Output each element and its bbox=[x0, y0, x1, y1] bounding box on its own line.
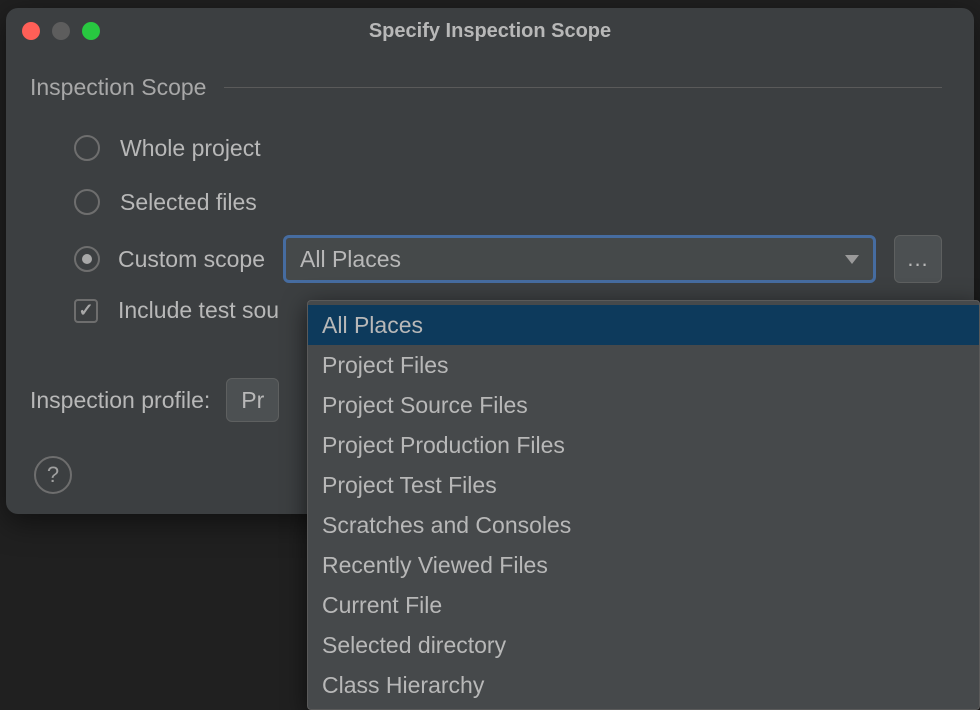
radio-label[interactable]: Custom scope bbox=[118, 246, 265, 273]
help-button[interactable]: ? bbox=[34, 456, 72, 494]
radio-label: Selected files bbox=[120, 189, 257, 216]
divider bbox=[224, 87, 942, 88]
section-header: Inspection Scope bbox=[30, 74, 942, 101]
menu-item-scratches-consoles[interactable]: Scratches and Consoles bbox=[308, 505, 979, 545]
browse-scope-button[interactable]: ... bbox=[894, 235, 942, 283]
radio-icon bbox=[74, 135, 100, 161]
checkbox-icon bbox=[74, 299, 98, 323]
profile-label: Inspection profile: bbox=[30, 387, 210, 414]
menu-item-selected-directory[interactable]: Selected directory bbox=[308, 625, 979, 665]
section-title: Inspection Scope bbox=[30, 74, 206, 101]
titlebar: Specify Inspection Scope bbox=[6, 8, 974, 54]
dropdown-value: All Places bbox=[300, 246, 401, 273]
dialog-title: Specify Inspection Scope bbox=[369, 20, 611, 43]
menu-item-project-files[interactable]: Project Files bbox=[308, 345, 979, 385]
checkbox-label: Include test sou bbox=[118, 297, 279, 324]
profile-dropdown[interactable]: Pr bbox=[226, 378, 279, 422]
menu-item-current-file[interactable]: Current File bbox=[308, 585, 979, 625]
radio-icon-selected[interactable] bbox=[74, 246, 100, 272]
menu-item-all-places[interactable]: All Places bbox=[308, 305, 979, 345]
menu-item-project-test-files[interactable]: Project Test Files bbox=[308, 465, 979, 505]
scope-dropdown-menu: All Places Project Files Project Source … bbox=[307, 300, 980, 710]
chevron-down-icon bbox=[845, 255, 859, 264]
menu-item-project-production-files[interactable]: Project Production Files bbox=[308, 425, 979, 465]
scope-dropdown[interactable]: All Places bbox=[283, 235, 876, 283]
menu-item-project-source-files[interactable]: Project Source Files bbox=[308, 385, 979, 425]
menu-item-recently-viewed[interactable]: Recently Viewed Files bbox=[308, 545, 979, 585]
radio-icon bbox=[74, 189, 100, 215]
menu-item-class-hierarchy[interactable]: Class Hierarchy bbox=[308, 665, 979, 705]
selected-files-radio-row[interactable]: Selected files bbox=[74, 181, 942, 223]
radio-label: Whole project bbox=[120, 135, 261, 162]
custom-scope-radio-row: Custom scope All Places ... bbox=[74, 235, 942, 283]
whole-project-radio-row[interactable]: Whole project bbox=[74, 127, 942, 169]
maximize-window-button[interactable] bbox=[82, 22, 100, 40]
window-controls bbox=[22, 22, 100, 40]
profile-value: Pr bbox=[241, 387, 264, 414]
minimize-window-button[interactable] bbox=[52, 22, 70, 40]
close-window-button[interactable] bbox=[22, 22, 40, 40]
